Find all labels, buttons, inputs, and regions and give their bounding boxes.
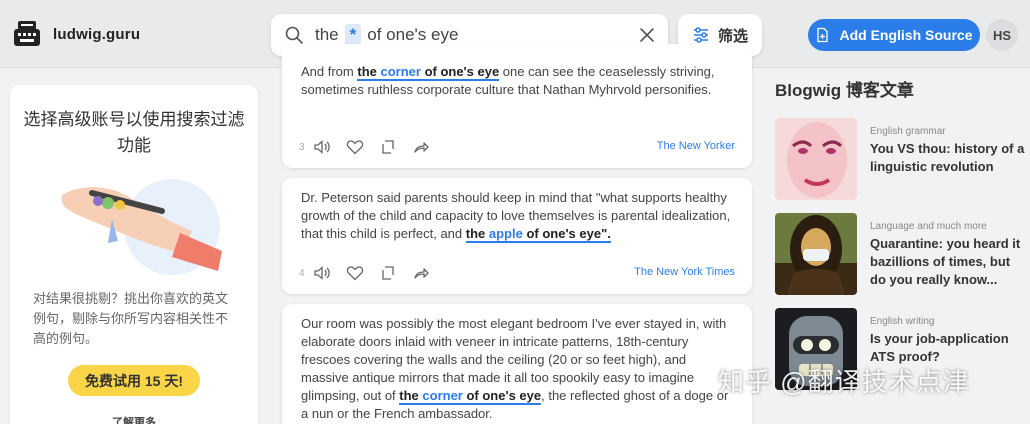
- premium-promo-card: 选择高级账号以使用搜索过滤功能 对结果很挑剔？挑出你喜欢的英文例句，剔除与你所写…: [10, 85, 258, 424]
- hand-holding-pen-illustration: [61, 179, 222, 275]
- heart-icon[interactable]: [346, 264, 364, 282]
- blog-post[interactable]: Language and much more Quarantine: you h…: [775, 213, 1025, 295]
- blog-category: English writing: [870, 316, 935, 327]
- result-card: Dr. Peterson said parents should keep in…: [282, 178, 752, 294]
- share-icon[interactable]: [412, 264, 430, 282]
- free-trial-button[interactable]: 免费试用 15 天!: [68, 365, 200, 396]
- add-document-icon: [817, 27, 829, 43]
- blog-category: Language and much more: [870, 221, 987, 232]
- match-highlight: the apple of one's eye".: [465, 226, 611, 243]
- blog-headline: Quarantine: you heard it bazillions of t…: [870, 236, 1021, 287]
- wildcard-match: corner: [380, 64, 421, 79]
- wildcard-token: *: [344, 24, 362, 46]
- site-name: ludwig.guru: [53, 25, 141, 43]
- blog-category: English grammar: [870, 126, 946, 137]
- example-sentence: Our room was possibly the most elegant b…: [301, 315, 737, 423]
- source-link[interactable]: The New York Times: [634, 266, 735, 278]
- avatar[interactable]: HS: [986, 19, 1018, 51]
- logo[interactable]: ludwig.guru: [13, 20, 140, 48]
- add-english-source-button[interactable]: Add English Source: [808, 19, 980, 51]
- learn-more-link[interactable]: 了解更多: [10, 414, 258, 424]
- example-sentence: Dr. Peterson said parents should keep in…: [301, 189, 737, 243]
- filter-sliders-icon: [693, 27, 708, 43]
- blog-post[interactable]: English grammar You VS thou: history of …: [775, 118, 1025, 200]
- example-sentence: And from the corner of one's eye one can…: [301, 63, 737, 99]
- promo-description: 对结果很挑剔？挑出你喜欢的英文例句，剔除与你所写内容相关性不高的例句。: [33, 291, 229, 346]
- match-text: the: [399, 388, 423, 403]
- card-actions: 4: [299, 264, 445, 282]
- match-text: the: [465, 226, 489, 241]
- copy-icon[interactable]: [379, 264, 397, 282]
- blog-thumbnail: [775, 118, 857, 200]
- wildcard-match: apple: [488, 226, 523, 241]
- match-highlight: the corner of one's eye: [357, 64, 500, 81]
- sentence-text: And from: [301, 64, 358, 79]
- match-highlight: the corner of one's eye: [399, 388, 542, 405]
- query-suffix: of one's eye: [367, 25, 459, 44]
- speaker-icon[interactable]: [313, 138, 331, 156]
- search-icon: [285, 26, 303, 44]
- blog-headline: Is your job-application ATS proof?: [870, 331, 1009, 364]
- copy-icon[interactable]: [379, 138, 397, 156]
- blog-section-title: Blogwig 博客文章: [775, 81, 914, 100]
- result-card: And from the corner of one's eye one can…: [282, 44, 752, 168]
- source-link[interactable]: The New Yorker: [657, 140, 735, 152]
- query-prefix: the: [315, 25, 339, 44]
- typewriter-icon: [14, 21, 40, 46]
- close-icon[interactable]: [638, 26, 656, 44]
- speaker-icon[interactable]: [313, 264, 331, 282]
- search-input[interactable]: the * of one's eye: [315, 24, 458, 46]
- result-number: 4: [299, 267, 305, 279]
- promo-title: 选择高级账号以使用搜索过滤功能: [23, 110, 245, 155]
- match-text: of one's eye".: [522, 226, 611, 241]
- heart-icon[interactable]: [346, 138, 364, 156]
- blog-headline: You VS thou: history of a linguistic rev…: [870, 141, 1025, 174]
- watermark-text: 知乎 @翻译技术点津: [718, 367, 970, 397]
- match-text: of one's eye: [420, 64, 500, 79]
- blog-thumbnail: [775, 213, 857, 295]
- mona-lisa-mask-image: [775, 213, 857, 295]
- result-number: 3: [299, 141, 305, 153]
- share-icon[interactable]: [412, 138, 430, 156]
- face-artwork-image: [775, 118, 857, 200]
- add-source-label: Add English Source: [839, 27, 973, 43]
- wildcard-match: corner: [422, 388, 463, 403]
- card-actions: 3: [299, 138, 445, 156]
- filter-label: 筛选: [717, 27, 748, 45]
- result-card: Our room was possibly the most elegant b…: [282, 304, 752, 424]
- match-text: of one's eye: [462, 388, 542, 403]
- match-text: the: [357, 64, 381, 79]
